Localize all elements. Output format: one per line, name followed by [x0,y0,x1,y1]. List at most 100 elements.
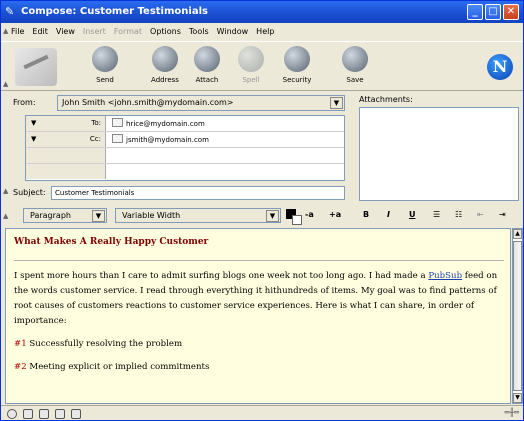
save-label: Save [346,76,364,84]
menu-options[interactable]: Options [148,27,187,36]
attachments-list[interactable] [359,107,519,201]
netscape-logo-icon[interactable]: N [487,54,513,80]
recipient-type: To: [91,119,101,127]
list-item: #2 Meeting explicit or implied commitmen… [14,360,504,375]
menubar-grip-icon[interactable]: ▲ [3,27,9,35]
chevron-down-icon: ▼ [92,210,105,222]
header-grip-icon[interactable]: ▲ [3,187,9,195]
from-select[interactable]: John Smith <john.smith@mydomain.com> ▼ [57,95,345,111]
list-item: #1 Successfully resolving the problem [14,337,504,352]
spell-label: Spell [242,76,260,84]
recipient-row-empty[interactable] [26,148,344,164]
main-toolbar: ▲ Send Address Attach Spell Security Sav… [1,41,523,91]
spell-button[interactable]: Spell [229,46,273,88]
recipient-type-empty [26,164,106,179]
chat-icon[interactable] [71,408,81,419]
send-icon [92,46,118,72]
recipient-type-select[interactable]: ▼ To: [26,116,106,131]
chevron-down-icon: ▼ [31,119,37,127]
chevron-down-icon: ▼ [266,210,279,222]
body-heading: What Makes A Really Happy Customer [14,237,209,247]
composer-icon[interactable] [39,408,49,419]
format-toolbar: ▲ Paragraph ▼ Variable Width ▼ -a +a B I… [1,206,523,226]
address-book-icon[interactable] [55,408,65,419]
numbered-list-icon[interactable]: ☷ [455,210,462,219]
menu-bar: ▲ File Edit View Insert Format Options T… [1,23,523,39]
contact-card-icon [112,134,123,143]
navigator-icon[interactable] [7,408,17,419]
resize-grip-icon[interactable]: ═╫═ [505,408,519,417]
spell-check-icon [238,46,264,72]
recipient-address[interactable]: hrice@mydomain.com [112,118,205,128]
chevron-down-icon: ▼ [330,97,343,109]
save-button[interactable]: Save [333,46,377,88]
attach-label: Attach [195,76,219,84]
menu-insert[interactable]: Insert [81,27,112,36]
address-button[interactable]: Address [143,46,187,88]
menu-window[interactable]: Window [215,27,255,36]
menu-tools[interactable]: Tools [187,27,215,36]
recipient-row-empty[interactable] [26,164,344,180]
subject-input[interactable]: Customer Testimonials [51,186,345,200]
paragraph-style-select[interactable]: Paragraph ▼ [23,208,107,223]
padlock-icon [284,46,310,72]
title-bar[interactable]: ✎ Compose: Customer Testimonials _ □ ✕ [1,1,523,23]
from-value: John Smith <john.smith@mydomain.com> [62,98,234,107]
attach-button[interactable]: Attach [185,46,229,88]
compose-app-icon: ✎ [5,5,15,18]
status-bar: ═╫═ [1,405,523,421]
item-number: #2 [14,362,27,372]
send-button[interactable]: Send [83,46,127,88]
security-button[interactable]: Security [275,46,319,88]
menu-file[interactable]: File [9,27,30,36]
save-icon [342,46,368,72]
italic-button[interactable]: I [387,210,390,219]
font-select[interactable]: Variable Width ▼ [115,208,281,223]
toolbar-grip-icon[interactable]: ▲ [3,80,9,88]
minimize-button[interactable]: _ [467,4,483,20]
recipient-list[interactable]: ▼ To: hrice@mydomain.com ▼ Cc: jsmith@my… [25,115,345,181]
outdent-icon[interactable]: ⇤ [477,210,484,219]
menu-format[interactable]: Format [112,27,148,36]
smaller-font-button[interactable]: -a [305,210,314,219]
text-color-picker[interactable] [286,209,302,225]
editor-scrollbar[interactable]: ▲ ▼ [512,228,523,404]
format-grip-icon[interactable]: ▲ [3,212,9,220]
bold-button[interactable]: B [363,210,369,219]
body-paragraph: I spent more hours than I care to admit … [14,271,498,326]
scroll-down-icon[interactable]: ▼ [513,393,522,403]
font-value: Variable Width [122,211,181,220]
menu-help[interactable]: Help [254,27,280,36]
recipient-row[interactable]: ▼ Cc: jsmith@mydomain.com [26,132,344,148]
address-book-icon [152,46,178,72]
underline-button[interactable]: U [409,210,416,219]
message-body-editor[interactable]: What Makes A Really Happy Customer I spe… [5,228,511,404]
item-number: #1 [14,339,27,349]
subject-label: Subject: [13,188,46,197]
mail-icon[interactable] [23,408,33,419]
window-title: Compose: Customer Testimonials [21,6,208,17]
larger-font-button[interactable]: +a [329,210,341,219]
body-divider [14,260,504,261]
recipient-row[interactable]: ▼ To: hrice@mydomain.com [26,116,344,132]
scroll-thumb[interactable] [513,241,522,391]
recipient-address[interactable]: jsmith@mydomain.com [112,134,209,144]
menu-edit[interactable]: Edit [30,27,54,36]
compose-window: ✎ Compose: Customer Testimonials _ □ ✕ ▲… [0,0,524,421]
close-button[interactable]: ✕ [503,4,519,20]
toolbar-decoration-icon [15,48,57,86]
recipient-type-empty [26,148,106,163]
pubsub-link[interactable]: PubSub [428,271,462,281]
maximize-button[interactable]: □ [485,4,501,20]
security-label: Security [282,76,312,84]
send-label: Send [96,76,114,84]
paragraph-style-value: Paragraph [30,211,71,220]
item-text: Meeting explicit or implied commitments [26,362,210,372]
indent-icon[interactable]: ⇥ [499,210,506,219]
contact-card-icon [112,118,123,127]
from-label: From: [13,98,36,107]
recipient-type-select[interactable]: ▼ Cc: [26,132,106,147]
scroll-up-icon[interactable]: ▲ [513,229,522,239]
bulleted-list-icon[interactable]: ☰ [433,210,440,219]
menu-view[interactable]: View [54,27,81,36]
